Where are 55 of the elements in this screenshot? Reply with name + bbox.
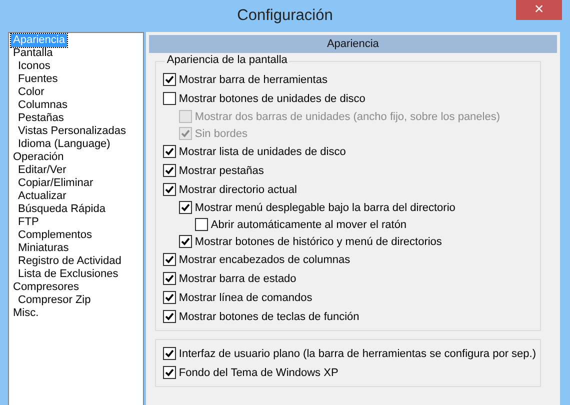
checkbox[interactable] xyxy=(162,291,176,304)
tree-item[interactable]: Registro de Actividad xyxy=(16,255,124,268)
tree-item[interactable]: FTP xyxy=(16,216,41,229)
tree-item[interactable]: Compresor Zip xyxy=(16,294,93,307)
tree-item[interactable]: Fuentes xyxy=(16,73,60,86)
checkbox[interactable] xyxy=(162,272,176,285)
checkbox[interactable] xyxy=(162,310,176,323)
checkbox-label: Mostrar barra de herramientas xyxy=(178,74,328,86)
checkbox[interactable] xyxy=(162,164,176,177)
close-button[interactable]: × xyxy=(516,0,562,20)
checkbox[interactable] xyxy=(162,92,176,105)
tree-item[interactable]: Iconos xyxy=(16,60,52,73)
tree-item[interactable]: Operación xyxy=(11,151,66,164)
tree-item[interactable]: Idioma (Language) xyxy=(16,138,112,151)
checkbox-label: Interfaz de usuario plano (la barra de herramientas se configura por sep.) xyxy=(178,348,536,360)
checkbox-label: Mostrar dos barras de unidades (ancho fijo, sobre los paneles) xyxy=(194,110,500,122)
checkbox-label: Mostrar menú desplegable bajo la barra del directorio xyxy=(194,202,456,214)
checkbox[interactable] xyxy=(162,347,176,360)
checkbox[interactable] xyxy=(178,235,192,248)
checkbox-label: Mostrar lista de unidades de disco xyxy=(178,146,346,158)
tree-item[interactable]: Compresores xyxy=(11,281,82,294)
checkbox-label: Sin bordes xyxy=(194,128,248,140)
tree-item[interactable]: Editar/Ver xyxy=(16,164,68,177)
tree-item[interactable]: Misc. xyxy=(11,307,41,320)
checkbox-label: Mostrar encabezados de columnas xyxy=(178,254,350,266)
checkbox-label: Mostrar botones de unidades de disco xyxy=(178,92,366,104)
checkbox[interactable] xyxy=(162,366,176,379)
tree-item[interactable]: Pantalla xyxy=(11,47,55,60)
group-title: Apariencia de la pantalla xyxy=(164,54,290,66)
checkbox-label: Mostrar botones de histórico y menú de directorios xyxy=(194,236,442,248)
tree-item[interactable]: Pestañas xyxy=(16,112,66,125)
window-title: Configuración xyxy=(237,7,333,25)
checkbox[interactable] xyxy=(178,201,192,214)
tree-item[interactable]: Lista de Exclusiones xyxy=(16,268,120,281)
tree-item[interactable]: Miniaturas xyxy=(16,242,71,255)
checkbox-label: Abrir automáticamente al mover el ratón xyxy=(210,218,407,230)
tree-item[interactable]: Actualizar xyxy=(16,190,68,203)
checkbox-label: Fondo del Tema de Windows XP xyxy=(178,366,338,378)
checkbox-label: Mostrar botones de teclas de función xyxy=(178,310,360,322)
tree-item[interactable]: Columnas xyxy=(16,99,70,112)
panel-header: Apariencia xyxy=(148,35,557,53)
checkbox-label: Mostrar barra de estado xyxy=(178,272,296,284)
tree-item[interactable]: Vistas Personalizadas xyxy=(16,125,128,138)
tree-item[interactable]: Complementos xyxy=(16,229,94,242)
tree-item[interactable]: Copiar/Eliminar xyxy=(16,177,96,190)
checkbox[interactable] xyxy=(162,73,176,86)
checkbox[interactable] xyxy=(162,253,176,266)
checkbox-label: Mostrar línea de comandos xyxy=(178,292,312,304)
checkbox-label: Mostrar directorio actual xyxy=(178,184,297,196)
checkbox[interactable] xyxy=(162,183,176,196)
checkbox-label: Mostrar pestañas xyxy=(178,164,264,176)
checkbox[interactable] xyxy=(194,218,208,231)
tree-item[interactable]: Búsqueda Rápida xyxy=(16,203,108,216)
checkbox[interactable] xyxy=(162,145,176,158)
tree-item[interactable]: Color xyxy=(16,86,46,99)
